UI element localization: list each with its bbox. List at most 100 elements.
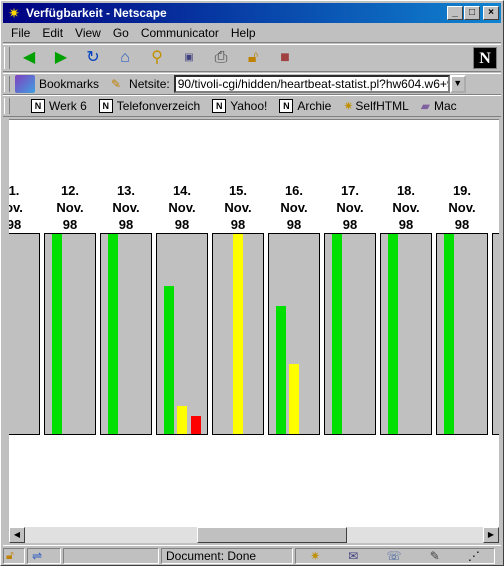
availability-bar [332, 234, 342, 434]
day-label-day: 12. [60, 183, 80, 198]
resize-grip-icon[interactable]: ⋰ [468, 549, 480, 563]
forward-arrow-icon: ▶ [54, 49, 68, 66]
personal-link-mac[interactable]: ▰ Mac [421, 99, 457, 113]
day-label-day: 17. [340, 183, 360, 198]
close-button[interactable]: × [483, 6, 499, 20]
bookmark-page-icon: N [212, 99, 227, 113]
personal-toolbar: N Werk 6 N Telefonverzeich N Yahoo! N Archie… [3, 95, 501, 117]
scroll-left-button[interactable]: ◀ [9, 527, 25, 543]
page-proxy-icon[interactable]: ✎ [111, 77, 125, 91]
menu-communicator[interactable]: Communicator [141, 26, 219, 40]
day-label-year: 98 [118, 217, 134, 232]
mail-icon[interactable]: ✉ [348, 549, 358, 563]
toolbar-grip[interactable] [4, 76, 10, 92]
menu-file[interactable]: File [11, 26, 30, 40]
day-label-year: 98 [342, 217, 358, 232]
day-label-year: 98 [230, 217, 246, 232]
discussion-icon[interactable]: ☏ [387, 549, 402, 563]
availability-bar [177, 406, 187, 434]
title-bar[interactable]: ✷ Verfügbarkeit - Netscape _ □ × [3, 3, 501, 23]
my-netscape-icon: ▣ [184, 52, 194, 63]
availability-bar [444, 234, 454, 434]
availability-day-chart [156, 233, 208, 435]
back-arrow-icon: ◀ [22, 49, 36, 66]
scroll-thumb[interactable] [197, 527, 347, 543]
personal-link-telefonverzeich[interactable]: N Telefonverzeich [98, 99, 201, 113]
day-label: 16. Nov. 98 [268, 182, 320, 233]
day-label: 18. Nov. 98 [380, 182, 432, 233]
plug-icon: ⇌ [32, 548, 43, 563]
bookmarks-button[interactable]: Bookmarks [15, 75, 99, 93]
back-button[interactable]: ◀ [13, 46, 45, 70]
day-label: 13. Nov. 98 [100, 182, 152, 233]
security-button[interactable]: 🔓︎ [237, 46, 269, 70]
stop-button[interactable]: ■ [269, 46, 301, 70]
day-label: 1. ov. 98 [9, 182, 40, 233]
scroll-right-button[interactable]: ▶ [483, 527, 499, 543]
minimize-button[interactable]: _ [447, 6, 463, 20]
personal-link-label: Telefonverzeich [116, 99, 201, 113]
menu-edit[interactable]: Edit [42, 26, 63, 40]
page-content: 1. ov. 98 12. Nov. 98 13. Nov. 98 14. Nov. 98 15. Nov… [9, 119, 499, 527]
toolbar-grip[interactable] [4, 47, 10, 69]
lock-icon: 🔓︎ [6, 548, 14, 562]
day-label-year: 98 [9, 217, 22, 232]
availability-day-chart [212, 233, 264, 435]
personal-link-label: Yahoo! [230, 99, 268, 113]
day-label: 15. Nov. 98 [212, 182, 264, 233]
availability-bar [52, 234, 62, 434]
netscape-star-icon: ✷ [8, 5, 20, 21]
horizontal-scrollbar[interactable]: ◀ ▶ [9, 527, 499, 543]
availability-bar [233, 234, 243, 434]
availability-day-chart [44, 233, 96, 435]
reload-button[interactable]: ↻ [77, 46, 109, 70]
personal-link-werk6[interactable]: N Werk 6 [31, 99, 87, 113]
personal-link-label: SelfHTML [355, 99, 409, 113]
day-label-year: 98 [174, 217, 190, 232]
netscape-logo-icon[interactable]: N [473, 47, 497, 69]
availability-day-chart [100, 233, 152, 435]
day-label-year: 98 [454, 217, 470, 232]
browser-window: ✷ Verfügbarkeit - Netscape _ □ × File Ed… [0, 0, 504, 566]
toolbar-grip[interactable] [4, 98, 10, 114]
bookmarks-label: Bookmarks [39, 77, 100, 91]
home-button[interactable]: ⌂ [109, 46, 141, 70]
day-label-day: 19. [452, 183, 472, 198]
day-label-year: 98 [286, 217, 302, 232]
day-label: 14. Nov. 98 [156, 182, 208, 233]
availability-bar [164, 286, 174, 434]
menu-help[interactable]: Help [231, 26, 256, 40]
day-label: 12. Nov. 98 [44, 182, 96, 233]
availability-day-chart [436, 233, 488, 435]
status-text: Document: Done [161, 547, 293, 564]
day-label-day: 15. [228, 183, 248, 198]
availability-bar [276, 306, 286, 434]
availability-bar [388, 234, 398, 434]
day-label: 19. Nov. 98 [436, 182, 488, 233]
url-field[interactable]: 90/tivoli-cgi/hidden/heartbeat-statist.p… [173, 75, 450, 93]
search-button[interactable]: ⚲ [141, 46, 173, 70]
print-button[interactable]: ⎙ [205, 46, 237, 70]
personal-link-selfhtml[interactable]: ✷ SelfHTML [343, 99, 408, 113]
day-label-month: Nov. [392, 200, 420, 215]
navigator-icon[interactable]: ✷ [310, 549, 320, 563]
maximize-button[interactable]: □ [464, 6, 480, 20]
connection-status-icon: ⇌ [27, 547, 61, 564]
forward-button[interactable]: ▶ [45, 46, 77, 70]
my-netscape-button[interactable]: ▣ [173, 46, 205, 70]
composer-icon[interactable]: ✎ [430, 549, 440, 563]
day-label-day: 13. [116, 183, 136, 198]
day-label-month: Nov. [56, 200, 84, 215]
lock-icon: 🔓︎ [247, 49, 259, 66]
selfhtml-star-icon: ✷ [343, 99, 354, 113]
menu-go[interactable]: Go [113, 26, 129, 40]
personal-link-archie[interactable]: N Archie [279, 99, 331, 113]
folder-icon: ▰ [420, 99, 430, 113]
window-title: Verfügbarkeit - Netscape [26, 6, 167, 20]
menu-bar: File Edit View Go Communicator Help [3, 23, 501, 43]
url-history-dropdown[interactable]: ▼ [449, 75, 466, 93]
menu-view[interactable]: View [75, 26, 101, 40]
bookmark-page-icon: N [98, 99, 113, 113]
security-status-icon[interactable]: 🔓︎ [3, 547, 25, 564]
personal-link-yahoo[interactable]: N Yahoo! [212, 99, 267, 113]
